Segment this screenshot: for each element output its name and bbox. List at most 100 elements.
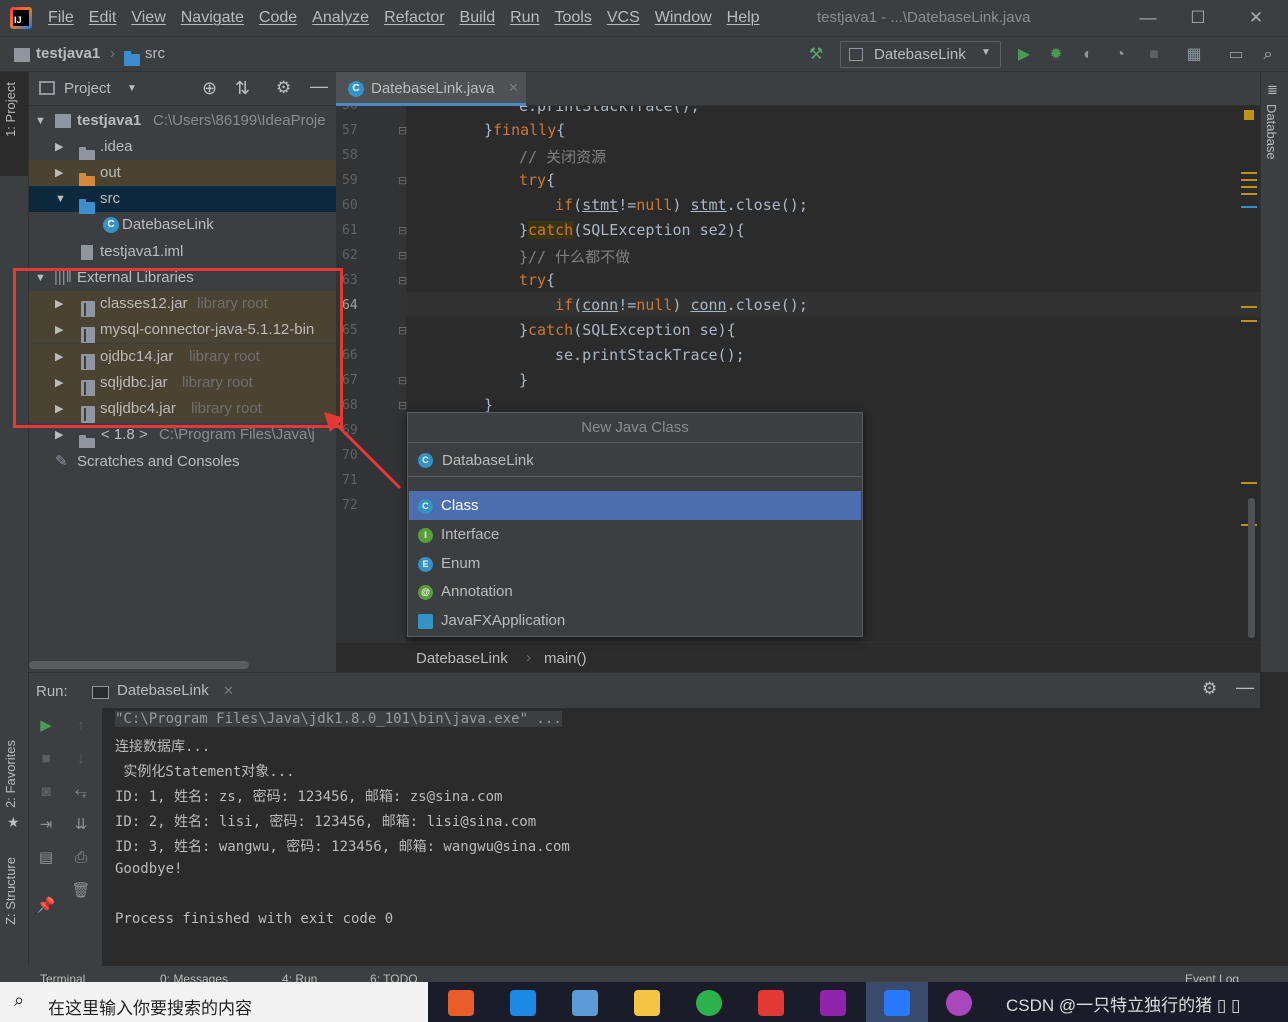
camera-icon[interactable]: ◙ <box>36 782 56 802</box>
menu-window[interactable]: Window <box>655 9 712 27</box>
todo-tab[interactable]: 6: TODO <box>370 972 418 982</box>
stop-icon[interactable]: ■ <box>36 749 56 769</box>
tree-item-lib[interactable]: ▶ ojdbc14.jar library root <box>29 344 336 371</box>
menu-help[interactable]: Help <box>727 9 760 27</box>
print-icon[interactable]: ⎙ <box>71 848 91 868</box>
tree-item-lib[interactable]: ▶ sqljdbc4.jar library root <box>29 396 336 423</box>
messages-tab[interactable]: 0: Messages <box>160 972 228 982</box>
menu-analyze[interactable]: Analyze <box>312 9 369 27</box>
project-tool-tab[interactable]: 1: Project <box>3 82 18 137</box>
run-icon[interactable]: ▶ <box>1014 45 1034 65</box>
kind-option-annotation[interactable]: @ Annotation <box>409 577 861 606</box>
menu-file[interactable]: File <box>48 9 74 27</box>
close-tab-icon[interactable]: ✕ <box>223 683 234 699</box>
console-output[interactable]: "C:\Program Files\Java\jdk1.8.0_101\bin\… <box>102 708 1260 966</box>
kind-option-javafx[interactable]: JavaFXApplication <box>409 606 861 635</box>
stop-icon[interactable]: ■ <box>1144 45 1164 65</box>
menu-navigate[interactable]: Navigate <box>181 9 244 27</box>
class-name-field[interactable]: C DatabaseLink <box>408 445 862 477</box>
tree-item-class[interactable]: C DatebaseLink <box>29 212 336 238</box>
tree-item-out[interactable]: ▶ out <box>29 160 336 189</box>
terminal-tab[interactable]: Terminal <box>40 972 85 982</box>
close-tab-icon[interactable]: ✕ <box>508 80 519 96</box>
run-configuration-select[interactable]: DatebaseLink ▼ <box>840 41 1001 68</box>
fold-icon[interactable]: ⊟ <box>398 399 407 412</box>
tree-item-idea[interactable]: ▶ .idea <box>29 134 336 163</box>
soft-wrap-icon[interactable]: ⥆ <box>71 782 91 802</box>
vertical-scrollbar[interactable] <box>1248 498 1255 638</box>
breadcrumb-method[interactable]: main() <box>544 650 587 667</box>
intellij-taskbar-icon[interactable] <box>820 990 846 1016</box>
run-tool-tab[interactable]: 4: Run <box>282 972 317 982</box>
scroll-to-end-icon[interactable]: ⇊ <box>71 815 91 835</box>
trash-icon[interactable]: 🗑 <box>71 881 91 901</box>
profile-icon[interactable]: ◔ <box>1110 45 1130 65</box>
maximize-icon[interactable]: ☐ <box>1186 6 1210 30</box>
phone-app-icon[interactable] <box>884 990 910 1016</box>
tree-item-lib[interactable]: ▶ sqljdbc.jar library root <box>29 370 336 397</box>
tree-item-jdk[interactable]: ▶ < 1.8 > C:\Program Files\Java\j <box>29 422 336 448</box>
hide-panel-icon[interactable]: — <box>310 76 328 97</box>
kind-option-interface[interactable]: I Interface <box>409 520 861 549</box>
drop-app-icon[interactable] <box>946 990 972 1016</box>
wps-icon[interactable] <box>758 990 784 1016</box>
tree-item-scratches[interactable]: ✎ Scratches and Consoles <box>29 449 336 475</box>
tree-item-lib[interactable]: ▶ mysql-connector-java-5.1.12-bin <box>29 317 336 343</box>
fold-icon[interactable]: ⊟ <box>398 324 407 337</box>
kind-option-class[interactable]: C Class <box>409 491 861 520</box>
fold-icon[interactable]: ⊟ <box>398 224 407 237</box>
coverage-icon[interactable]: ◐ <box>1078 45 1098 65</box>
tree-item-src[interactable]: ▼ src <box>29 186 336 215</box>
up-arrow-icon[interactable]: ↑ <box>71 716 91 736</box>
menu-refactor[interactable]: Refactor <box>384 9 444 27</box>
gear-icon[interactable]: ⚙ <box>1202 679 1217 699</box>
media-app-icon[interactable] <box>510 990 536 1016</box>
minimize-icon[interactable]: — <box>1136 6 1160 30</box>
tree-item-lib[interactable]: ▶ classes12.jar library root <box>29 291 336 318</box>
breadcrumb-src[interactable]: src <box>145 45 165 62</box>
fold-icon[interactable]: ⊟ <box>398 274 407 287</box>
tree-item-external-libraries[interactable]: ▼ |||‖ External Libraries <box>29 265 336 291</box>
breadcrumb-project[interactable]: testjava1 <box>36 45 100 62</box>
collapse-all-icon[interactable]: ⇅ <box>235 78 250 99</box>
event-log-tab[interactable]: Event Log <box>1185 972 1239 982</box>
menu-run[interactable]: Run <box>510 9 539 27</box>
chevron-down-icon[interactable]: ▼ <box>127 83 137 94</box>
build-hammer-icon[interactable]: ⚒ <box>806 45 826 65</box>
rerun-icon[interactable]: ▶ <box>36 716 56 736</box>
layout-icon[interactable]: ▤ <box>36 848 56 868</box>
menu-edit[interactable]: Edit <box>89 9 117 27</box>
menu-code[interactable]: Code <box>259 9 297 27</box>
menu-build[interactable]: Build <box>460 9 496 27</box>
down-arrow-icon[interactable]: ↓ <box>71 749 91 769</box>
tree-item-iml[interactable]: testjava1.iml <box>29 239 336 265</box>
close-window-icon[interactable]: ✕ <box>1244 6 1268 30</box>
presentation-icon[interactable]: ▭ <box>1226 45 1246 65</box>
hide-panel-icon[interactable]: — <box>1236 677 1254 698</box>
exit-icon[interactable]: ⇥ <box>36 815 56 835</box>
horizontal-scrollbar[interactable] <box>29 661 249 669</box>
database-tool-tab[interactable]: Database <box>1264 104 1279 160</box>
locate-icon[interactable]: ⊕ <box>202 78 217 99</box>
kind-option-enum[interactable]: E Enum <box>409 549 861 578</box>
debug-icon[interactable]: ✹ <box>1046 45 1066 65</box>
project-structure-icon[interactable]: ▦ <box>1184 45 1204 65</box>
file-explorer-icon[interactable] <box>634 990 660 1016</box>
fold-icon[interactable]: ⊟ <box>398 124 407 137</box>
fold-icon[interactable]: ⊟ <box>398 174 407 187</box>
menu-tools[interactable]: Tools <box>554 9 591 27</box>
warning-marker-icon[interactable] <box>1244 110 1254 120</box>
app-icon[interactable] <box>448 990 474 1016</box>
pin-icon[interactable]: 📌 <box>36 896 56 916</box>
taskbar-search-box[interactable]: ⌕ 在这里输入你要搜索的内容 <box>0 982 428 1022</box>
structure-tool-tab[interactable]: Z: Structure <box>3 857 18 925</box>
fold-icon[interactable]: ⊟ <box>398 374 407 387</box>
breadcrumb-class[interactable]: DatebaseLink <box>416 650 508 667</box>
editor-tab-active[interactable]: C DatebaseLink.java ✕ <box>336 72 526 106</box>
search-icon[interactable]: ⌕ <box>1258 45 1278 65</box>
menu-vcs[interactable]: VCS <box>607 9 640 27</box>
run-tab[interactable]: DatebaseLink ✕ <box>92 682 272 708</box>
project-view-select[interactable]: Project <box>64 80 111 97</box>
fold-icon[interactable]: ⊟ <box>398 249 407 262</box>
favorites-tool-tab[interactable]: 2: Favorites <box>3 740 18 808</box>
